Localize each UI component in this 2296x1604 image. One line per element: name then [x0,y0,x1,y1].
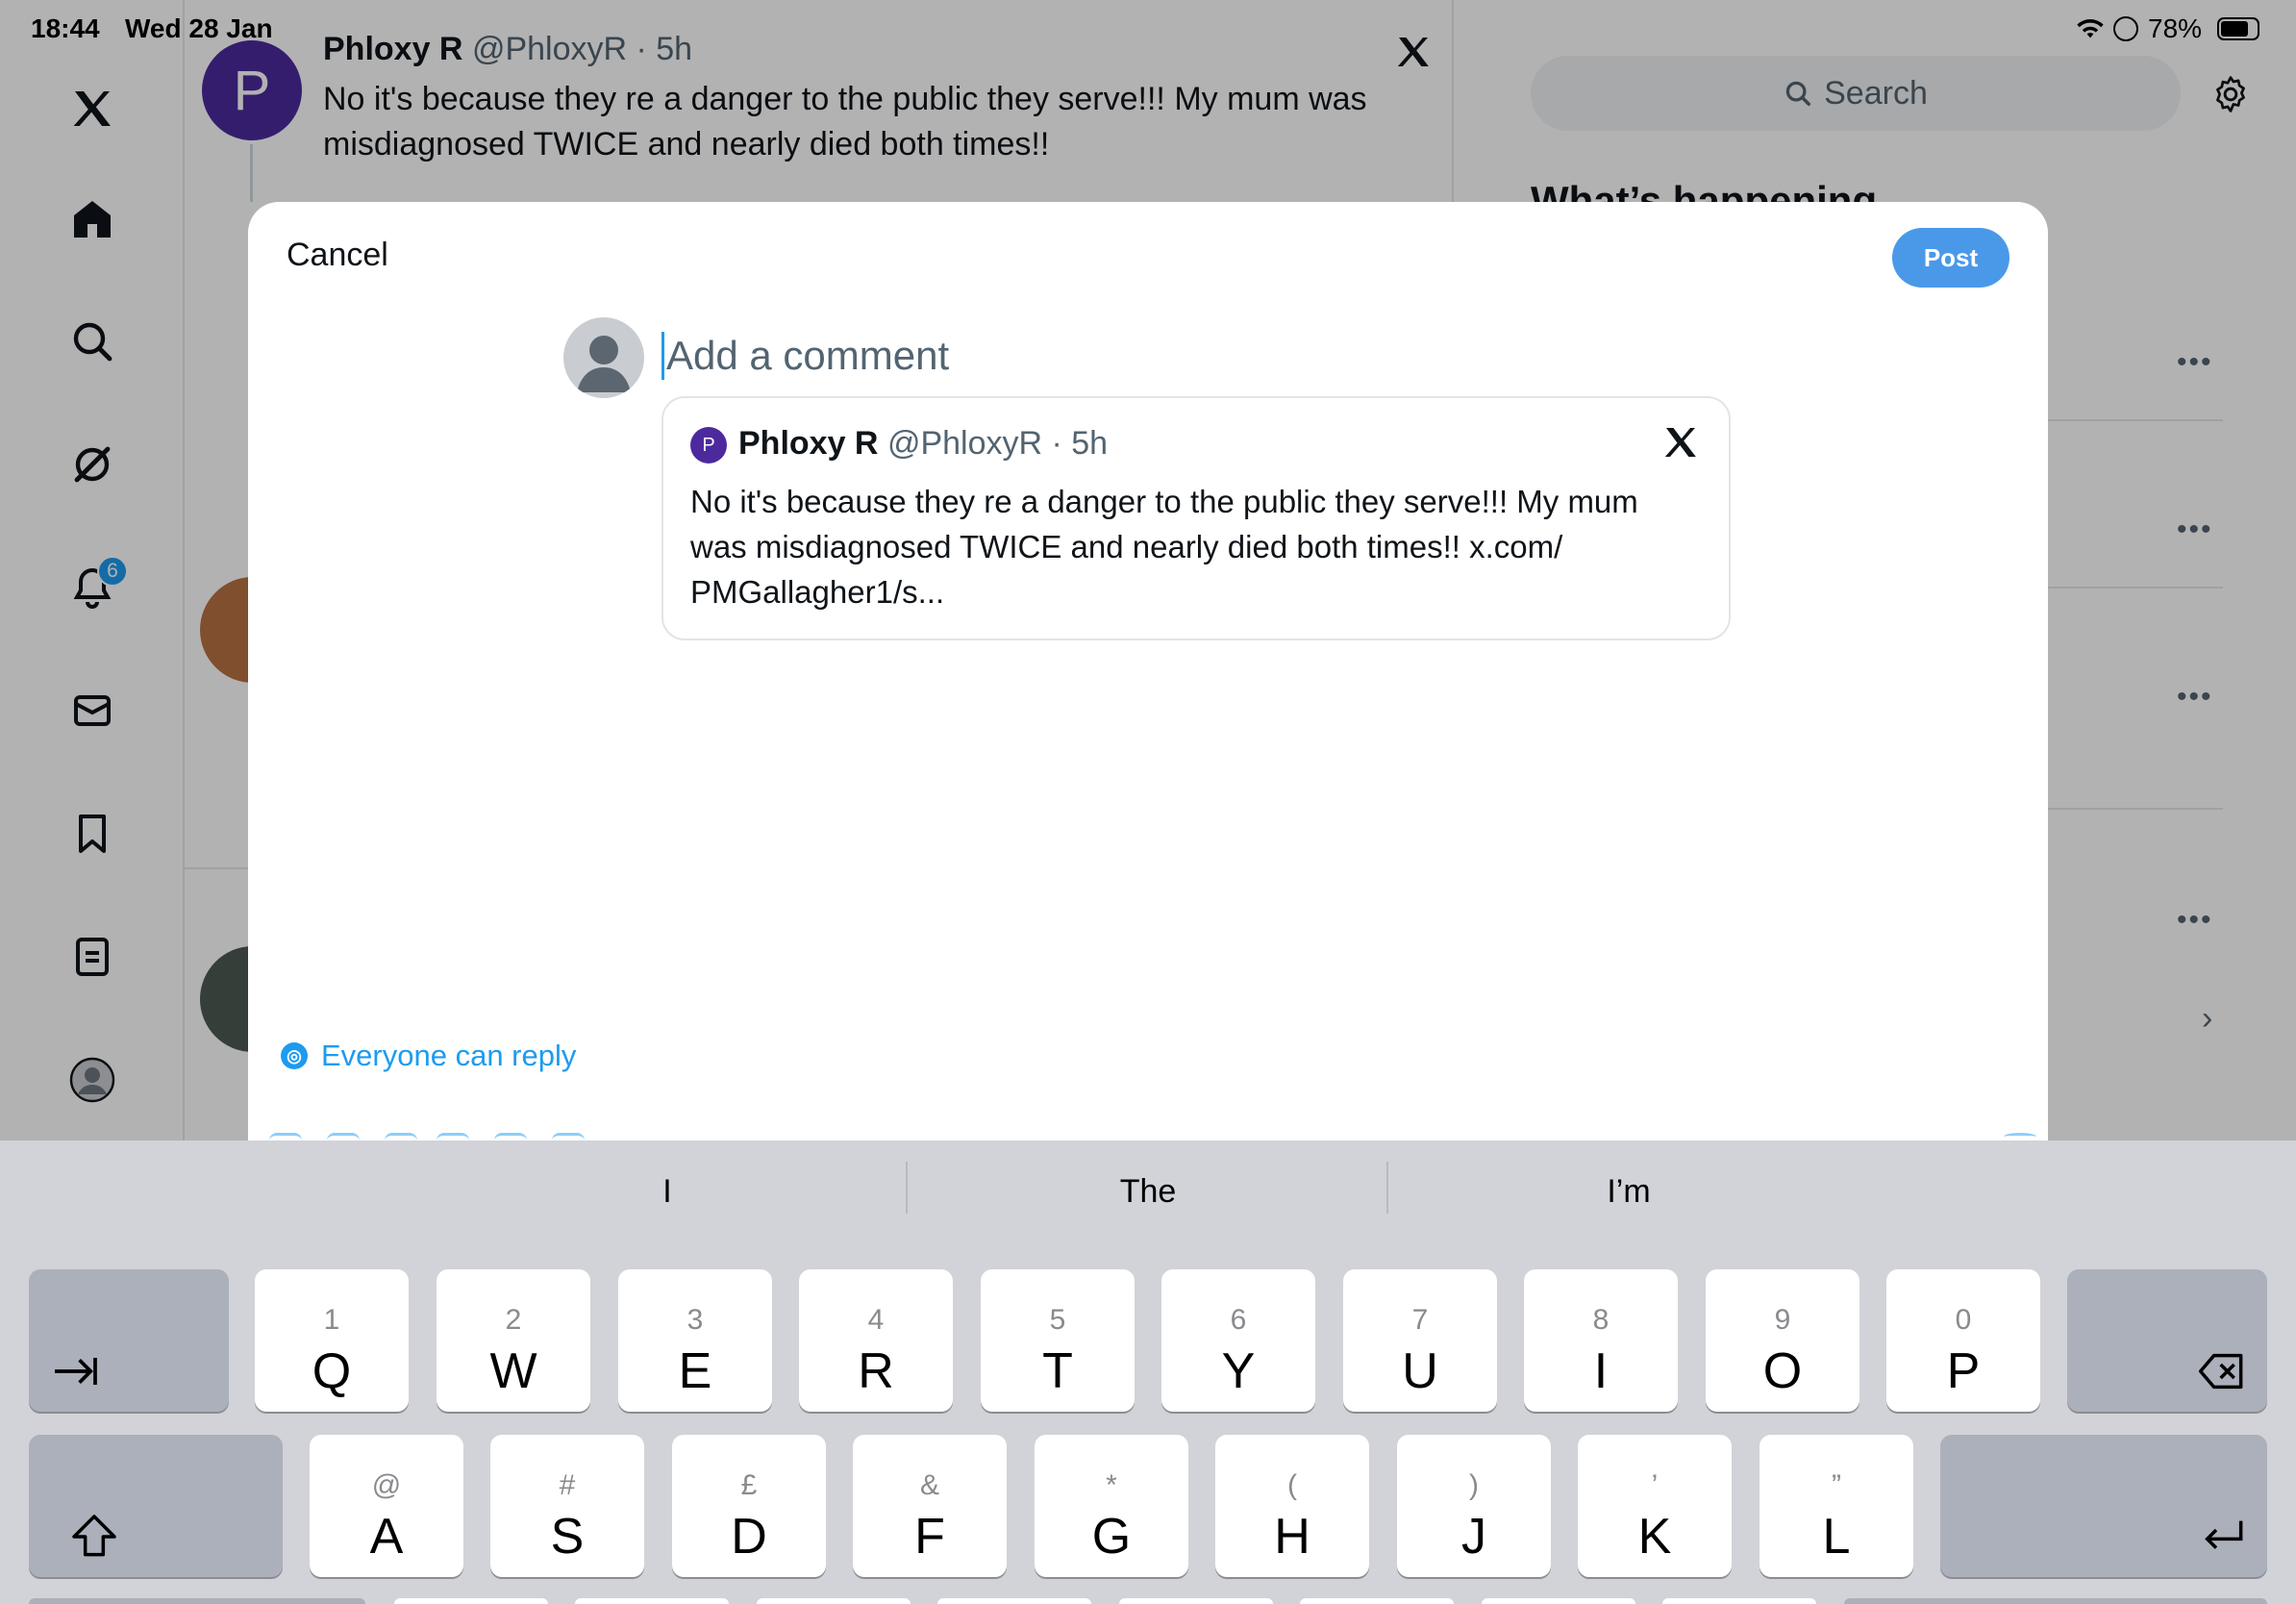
gif-icon[interactable] [327,1133,360,1140]
suggestion-3[interactable]: I’m [1436,1173,1821,1211]
divider [906,1162,908,1214]
x-logo-icon [1661,423,1700,462]
poll-icon[interactable] [437,1133,469,1140]
reply-settings-label: Everyone can reply [321,1039,577,1072]
quoted-header: Phloxy R @PhloxyR · 5h [738,425,1108,463]
key-t[interactable]: 5T [981,1269,1135,1412]
compose-toolbar [248,1127,2048,1140]
shift-icon [72,1515,116,1557]
status-time: 18:44 [31,13,100,43]
media-icon[interactable] [269,1133,302,1140]
tab-key[interactable] [29,1269,229,1412]
suggestion-1[interactable]: I [475,1173,860,1211]
divider [1386,1162,1388,1214]
add-post-icon[interactable] [2004,1133,2036,1140]
return-icon [2205,1520,2243,1549]
battery-percent: 78% [2148,13,2203,43]
reply-settings-button[interactable]: ◎ Everyone can reply [281,1039,576,1073]
grok-icon[interactable] [385,1133,417,1140]
key-l[interactable]: ” L [1759,1435,1913,1577]
key-s[interactable]: # S [490,1435,644,1577]
delete-key[interactable] [2067,1269,2267,1412]
on-screen-keyboard: I The I’m 1Q 2W 3E 4R 5T 6Y 7U 8I 9O 0P … [0,1140,2296,1604]
quoted-text: No it's because they re a danger to the … [690,484,1638,610]
cancel-button[interactable]: Cancel [287,237,388,274]
emoji-icon[interactable] [494,1133,527,1140]
focus-icon [2113,16,2138,41]
key-q[interactable]: 1Q [255,1269,409,1412]
suggestion-2[interactable]: The [956,1173,1340,1211]
quoted-post[interactable]: P Phloxy R @PhloxyR · 5h No it's because… [661,396,1731,640]
key-o[interactable]: 9O [1706,1269,1859,1412]
avatar [563,317,644,398]
key-f[interactable]: & F [853,1435,1007,1577]
battery-icon [2217,17,2259,40]
key-d[interactable]: £ D [672,1435,826,1577]
location-icon[interactable] [552,1133,585,1140]
key-g[interactable]: * G [1035,1435,1188,1577]
quoted-author: Phloxy R [738,425,879,462]
key-w[interactable]: 2W [437,1269,590,1412]
key-r[interactable]: 4R [799,1269,953,1412]
key-e[interactable]: 3E [618,1269,772,1412]
keyboard-row-3 [29,1598,2267,1604]
status-date: Wed 28 Jan [125,13,273,43]
key-h[interactable]: (H [1215,1435,1369,1577]
key-p[interactable]: 0P [1886,1269,2040,1412]
key-i[interactable]: 8I [1524,1269,1678,1412]
globe-icon: ◎ [281,1042,308,1069]
key-a[interactable]: @ A [310,1435,463,1577]
tab-icon [55,1358,97,1385]
quoted-avatar: P [690,427,727,464]
post-button[interactable]: Post [1892,228,2009,288]
return-key[interactable] [1940,1435,2267,1577]
key-k[interactable]: ’ K [1578,1435,1732,1577]
wifi-icon [2075,15,2106,42]
key-u[interactable]: 7U [1343,1269,1497,1412]
key-j[interactable]: ) J [1397,1435,1551,1577]
comment-input[interactable]: Add a comment [661,332,949,380]
backspace-icon [2198,1353,2243,1390]
quoted-meta: @PhloxyR · 5h [886,425,1109,462]
reply-compose-modal: Cancel Post Add a comment P Phloxy R @Ph… [248,202,2048,1140]
shift-key[interactable] [29,1435,283,1577]
key-y[interactable]: 6Y [1161,1269,1315,1412]
